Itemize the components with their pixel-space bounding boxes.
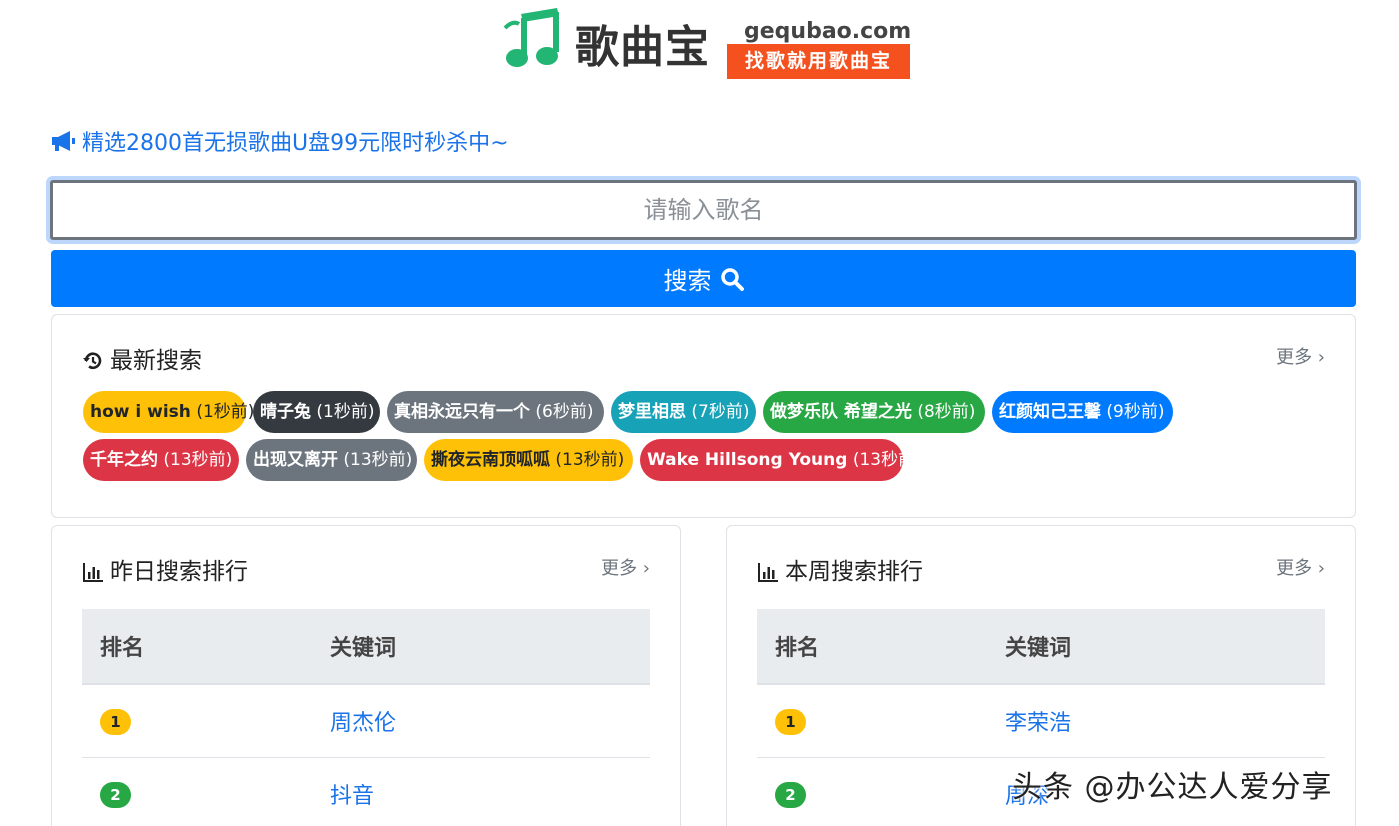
watermark: 头条 @办公达人爱分享 — [1012, 770, 1333, 805]
recent-tag[interactable]: how i wish (1秒前) — [83, 391, 254, 433]
site-logo[interactable]: 歌曲宝 gequbao.com 找歌就用歌曲宝 — [503, 8, 913, 79]
yesterday-ranking-title: 昨日搜索排行 — [82, 558, 248, 586]
rank-badge: 2 — [775, 781, 806, 808]
keyword-link[interactable]: 李荣浩 — [1005, 705, 1071, 737]
keyword-link[interactable]: 抖音 — [330, 778, 374, 810]
recent-tag[interactable]: 出现又离开 (13秒前) — [246, 439, 417, 481]
site-domain: gequbao.com — [744, 19, 912, 44]
rank-badge: 1 — [775, 708, 806, 735]
yesterday-ranking-card: 昨日搜索排行 更多 › 排名 关键词 1 周杰伦 2 抖音 — [51, 525, 681, 826]
recent-more-link[interactable]: 更多 › — [1276, 347, 1325, 369]
recent-search-title: 最新搜索 — [82, 347, 202, 375]
week-ranking-title: 本周搜索排行 — [757, 558, 923, 586]
music-note-icon — [503, 8, 559, 67]
recent-tag[interactable]: 梦里相思 (7秒前) — [611, 391, 756, 433]
recent-tag[interactable]: 真相永远只有一个 (6秒前) — [387, 391, 604, 433]
week-more-link[interactable]: 更多 › — [1276, 558, 1325, 580]
bar-chart-icon — [83, 563, 103, 582]
table-row: 1 周杰伦 — [82, 685, 650, 758]
rank-badge: 1 — [100, 708, 131, 735]
promo-notice-text: 精选2800首无损歌曲U盘99元限时秒杀中~ — [82, 131, 509, 156]
bar-chart-icon — [758, 563, 778, 582]
site-title: 歌曲宝 — [575, 22, 710, 73]
search-button-label: 搜索 — [663, 267, 712, 295]
recent-tag[interactable]: Wake Hillsong Young (13秒前) — [640, 439, 922, 481]
yesterday-more-link[interactable]: 更多 › — [601, 558, 650, 580]
recent-tag[interactable]: 晴子兔 (1秒前) — [253, 391, 380, 433]
promo-notice[interactable]: 精选2800首无损歌曲U盘99元限时秒杀中~ — [50, 124, 509, 158]
recent-tag[interactable]: 撕夜云南顶呱呱 (13秒前) — [424, 439, 633, 481]
site-slogan: 找歌就用歌曲宝 — [727, 44, 910, 79]
keyword-link[interactable]: 周杰伦 — [330, 705, 396, 737]
yesterday-ranking-table: 排名 关键词 1 周杰伦 2 抖音 — [82, 609, 650, 826]
recent-tag[interactable]: 做梦乐队 希望之光 (8秒前) — [763, 391, 985, 433]
table-row: 2 抖音 — [82, 758, 650, 826]
recent-tag[interactable]: 红颜知己王馨 (9秒前) — [992, 391, 1173, 433]
search-button[interactable]: 搜索 — [51, 250, 1356, 307]
recent-tag[interactable]: 千年之约 (13秒前) — [83, 439, 239, 481]
search-icon — [720, 267, 744, 291]
table-header: 排名 关键词 — [82, 609, 650, 685]
recent-search-card: 最新搜索 更多 › how i wish (1秒前) 晴子兔 (1秒前) 真相永… — [51, 314, 1356, 518]
table-header: 排名 关键词 — [757, 609, 1325, 685]
history-icon — [83, 352, 102, 370]
rank-badge: 2 — [100, 781, 131, 808]
megaphone-icon — [52, 131, 75, 151]
table-row: 1 李荣浩 — [757, 685, 1325, 758]
song-search-input[interactable] — [50, 180, 1357, 240]
